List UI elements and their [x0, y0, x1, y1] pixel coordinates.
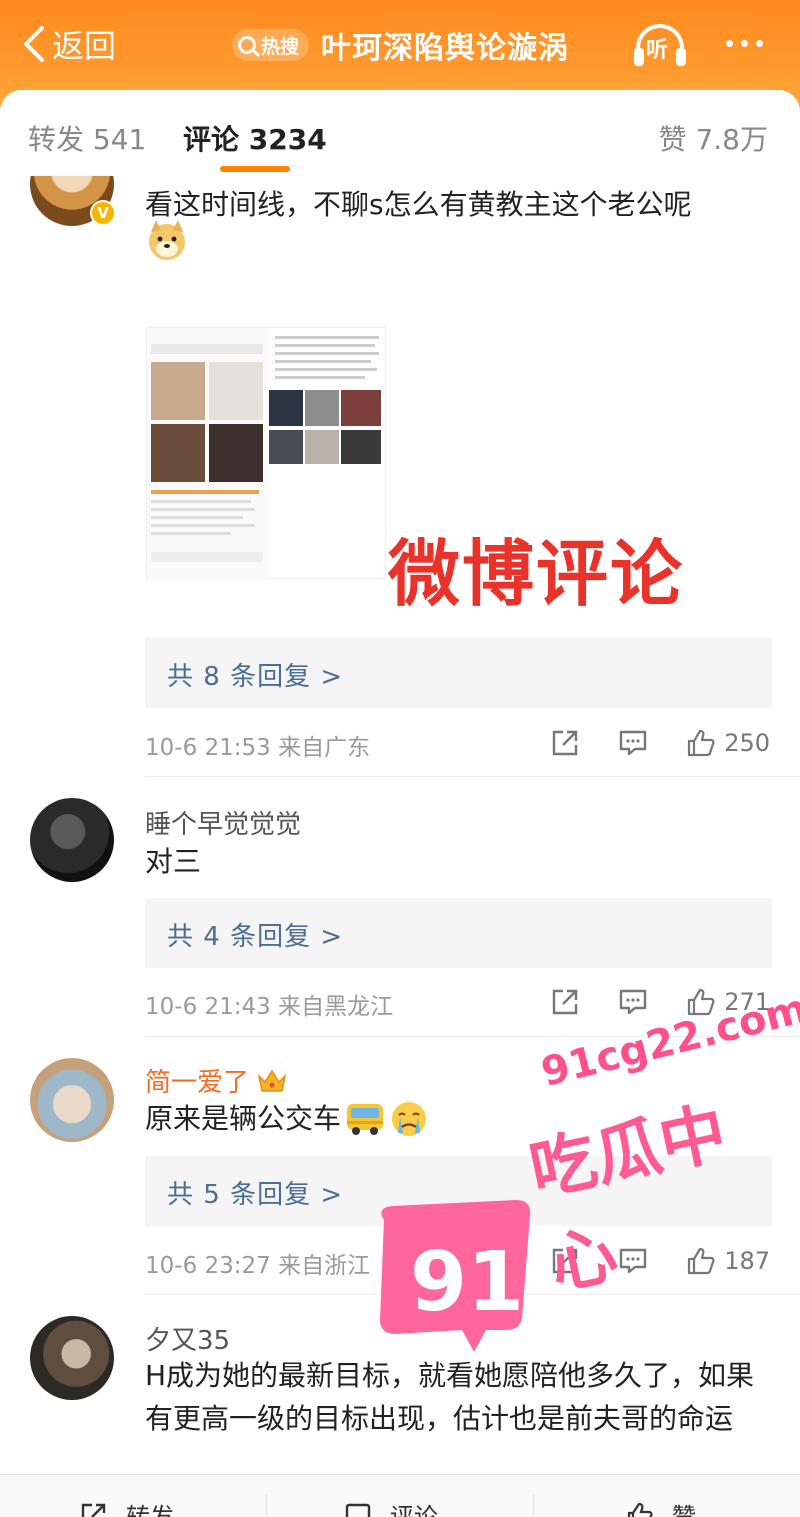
crying-emoji-icon	[392, 1101, 427, 1136]
avatar[interactable]	[30, 1058, 114, 1142]
replies-label: 共 8 条回复 >	[167, 662, 344, 692]
like-icon[interactable]	[686, 728, 716, 758]
share-icon[interactable]	[550, 728, 580, 758]
chevron-left-icon	[24, 26, 44, 62]
divider	[533, 1495, 534, 1517]
view-replies-button[interactable]: 共 8 条回复 >	[145, 638, 772, 708]
comment-text: 对三	[145, 845, 202, 878]
avatar[interactable]	[30, 798, 114, 882]
bottom-forward-label: 转发	[126, 1503, 174, 1517]
search-icon	[238, 36, 256, 54]
back-label: 返回	[52, 27, 117, 65]
headphone-left	[634, 48, 644, 66]
bottom-forward-button[interactable]: 转发	[80, 1497, 174, 1517]
comment-item: V 看这时间线，不聊s怎么有黄教主这个老公呢 微博评论 共 8 条回复 > 10…	[0, 90, 800, 780]
active-tab-indicator	[220, 166, 290, 172]
crown-icon	[257, 1069, 287, 1092]
comment-text: 看这时间线，不聊s怎么有黄教主这个老公呢	[145, 188, 692, 221]
scroll-fade	[0, 1446, 800, 1476]
bottom-comment-label: 评论	[390, 1503, 438, 1517]
more-dot	[741, 40, 748, 47]
content-card: 转发 541 评论 3234 赞 7.8万 V 看这时间线，不聊s怎么有黄教主这…	[0, 90, 800, 1517]
divider	[266, 1495, 267, 1517]
comment-icon	[345, 1503, 371, 1517]
comment-meta: 10-6 23:27 来自浙江	[145, 1253, 371, 1279]
more-icon[interactable]	[726, 40, 763, 47]
watermark-number: 91	[410, 1235, 524, 1330]
share-icon[interactable]	[550, 987, 580, 1017]
page-title: 热搜 叶珂深陷舆论漩涡	[232, 24, 569, 66]
comment-item: 睡个早觉觉觉 对三 共 4 条回复 > 10-6 21:43 来自黑龙江 271	[0, 780, 800, 1038]
watermark-logo: 91	[380, 1200, 531, 1352]
image-caption: 微博评论	[388, 532, 685, 616]
tab-likes[interactable]: 赞 7.8万	[659, 118, 768, 158]
forward-icon	[81, 1503, 106, 1517]
tab-bar: 转发 541 评论 3234 赞 7.8万	[0, 90, 800, 176]
bottom-like-button[interactable]: 赞	[626, 1497, 696, 1517]
view-replies-button[interactable]: 共 4 条回复 >	[145, 898, 772, 968]
doge-emoji-icon	[149, 220, 185, 260]
avatar[interactable]	[30, 1316, 114, 1400]
bus-emoji-icon	[347, 1103, 384, 1135]
headphone-right	[676, 48, 686, 66]
image-collage	[269, 328, 385, 488]
comment-text: 原来是辆公交车	[145, 1102, 342, 1135]
username[interactable]: 夕又35	[145, 1320, 230, 1357]
username-label: 简一爱了	[145, 1068, 250, 1098]
comment-image[interactable]	[146, 327, 386, 580]
more-dot	[756, 40, 763, 47]
bottom-comment-button[interactable]: 评论	[344, 1497, 438, 1517]
back-button[interactable]: 返回	[20, 22, 116, 66]
like-count: 250	[724, 729, 770, 757]
comment-icon[interactable]	[618, 987, 648, 1017]
comment-icon[interactable]	[618, 728, 648, 758]
hot-search-badge[interactable]: 热搜	[232, 29, 310, 61]
bottom-like-label: 赞	[672, 1503, 696, 1517]
listen-label: 听	[646, 38, 669, 63]
replies-label: 共 5 条回复 >	[167, 1180, 344, 1210]
listen-button[interactable]: 听	[634, 22, 686, 68]
topic-title: 叶珂深陷舆论漩涡	[321, 31, 570, 66]
verified-icon: V	[90, 200, 116, 226]
more-dot	[726, 40, 733, 47]
bottom-action-bar: 转发 评论 赞	[0, 1474, 800, 1517]
comment-meta: 10-6 21:53 来自广东	[145, 735, 371, 761]
username[interactable]: 睡个早觉觉觉	[145, 804, 301, 841]
replies-label: 共 4 条回复 >	[167, 922, 344, 952]
tab-forward[interactable]: 转发 541	[28, 118, 146, 158]
divider	[145, 776, 800, 777]
image-phone-screenshot	[147, 328, 269, 580]
like-icon	[627, 1502, 653, 1517]
comment-meta: 10-6 21:43 来自黑龙江	[145, 994, 394, 1020]
username[interactable]: 简一爱了	[145, 1062, 287, 1099]
hot-badge-label: 热搜	[261, 35, 300, 58]
comment-actions: 250	[512, 726, 770, 760]
